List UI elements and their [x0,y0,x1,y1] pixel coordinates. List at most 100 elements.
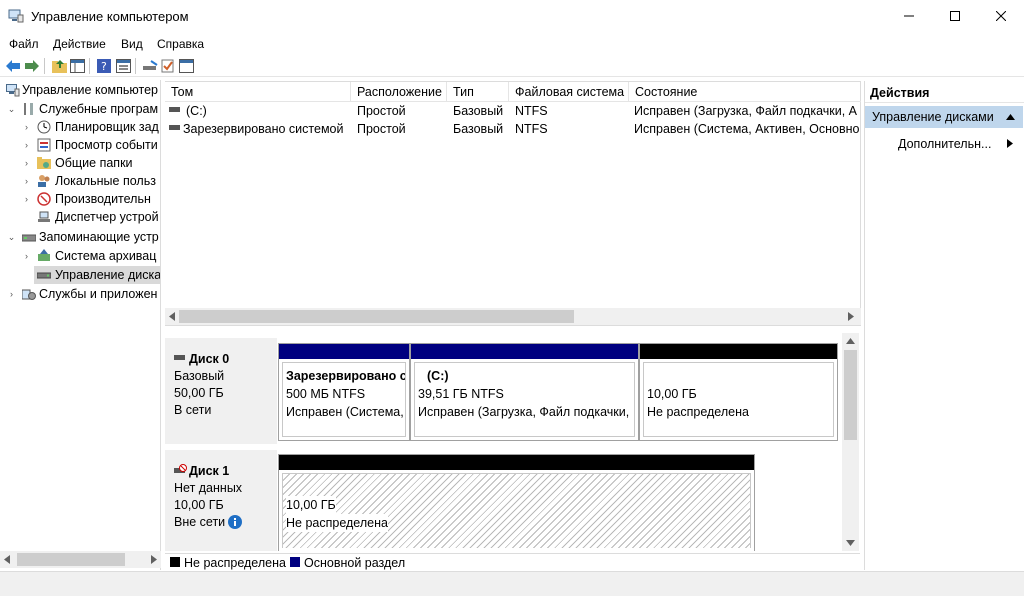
back-button[interactable] [5,58,21,74]
check-button[interactable] [160,58,176,74]
scroll-left-icon[interactable] [4,555,10,564]
scroll-right-icon[interactable] [151,555,157,564]
tree-item-storage[interactable]: ⌄ Запоминающие устр [0,228,160,246]
scrollbar-thumb[interactable] [844,350,857,440]
disk-1-title: Диск 1 [174,463,277,480]
scroll-up-icon[interactable] [846,338,855,344]
computer-management-icon [8,9,24,23]
tree-item-label: Производительн [55,192,151,206]
tree-item-computer-management[interactable]: Управление компьютер [0,81,160,99]
tree-horizontal-scrollbar[interactable] [0,551,161,568]
tree-item-device-manager[interactable]: Диспетчер устрой [0,208,160,226]
tree-item-disk-management[interactable]: Управление диска [34,266,160,284]
window-view-icon [178,59,194,73]
partition-unallocated[interactable]: 10,00 ГБ Не распределена [639,343,838,441]
column-header-type[interactable]: Тип [447,82,509,102]
partition-bar [279,455,754,470]
tree-item-system-tools[interactable]: ⌄ Служебные програм [0,100,160,118]
close-icon [996,11,1006,21]
up-folder-button[interactable] [51,58,67,74]
volume-row[interactable]: Зарезервировано системой Простой Базовый… [165,120,861,138]
tree-item-event-viewer[interactable]: › Просмотр событи [0,136,160,154]
legend: Не распределена Основной раздел [165,553,860,570]
tree-item-label: Планировщик зад [55,120,159,134]
partition-title: (C:) [427,369,449,383]
folder-up-icon [51,60,67,73]
tree-item-services[interactable]: › Службы и приложен [0,285,160,303]
disk-0-label[interactable]: Диск 0 Базовый 50,00 ГБ В сети [165,338,277,444]
column-header-volume[interactable]: Том [165,82,351,102]
expander-collapsed-icon[interactable]: › [22,251,31,261]
scroll-left-icon[interactable] [169,312,175,321]
partition-status: Исправен (Система, [286,405,404,419]
expander-collapsed-icon[interactable]: › [7,289,16,299]
partition-body: 10,00 ГБ Не распределена [282,473,751,548]
volume-icon [169,107,180,112]
menu-bar: Файл Действие Вид Справка [0,34,1024,54]
scrollbar-thumb[interactable] [17,553,125,566]
scroll-right-icon[interactable] [848,312,854,321]
close-button[interactable] [978,0,1024,32]
minimize-button[interactable] [886,0,932,32]
tree-item-backup[interactable]: › Система архивац [0,247,160,265]
volume-icon [169,125,180,130]
tree-item-shared-folders[interactable]: › Общие папки [0,154,160,172]
menu-view[interactable]: Вид [121,37,143,51]
menu-file[interactable]: Файл [9,37,39,51]
expander-expanded-icon[interactable]: ⌄ [7,104,16,114]
actions-more-item[interactable]: Дополнительн... [898,137,991,151]
info-icon[interactable] [228,515,242,529]
scroll-down-icon[interactable] [846,540,855,546]
help-button[interactable]: ? [96,58,112,74]
toolbar-separator [44,58,45,74]
actions-section-label: Управление дисками [872,110,994,124]
legend-label-primary: Основной раздел [304,556,406,570]
tree-item-local-users[interactable]: › Локальные польз [0,172,160,190]
expander-collapsed-icon[interactable]: › [22,122,31,132]
console-tree-icon [69,59,85,73]
expander-collapsed-icon[interactable]: › [22,176,31,186]
volume-row[interactable]: (C:) Простой Базовый NTFS Исправен (Загр… [165,102,861,120]
volume-name: (C:) [186,104,207,118]
menu-action[interactable]: Действие [53,37,106,51]
partition-c[interactable]: (C:) 39,51 ГБ NTFS Исправен (Загрузка, Ф… [410,343,639,441]
partition-body: (C:) 39,51 ГБ NTFS Исправен (Загрузка, Ф… [414,362,635,437]
actions-more-label: Дополнительн... [898,137,992,151]
partition-body: Зарезервировано си 500 МБ NTFS Исправен … [282,362,406,437]
tree-item-label: Система архивац [55,249,157,263]
partition-size: 10,00 ГБ [647,387,697,401]
title-bar: Управление компьютером [0,0,1024,32]
users-icon [38,175,50,187]
volume-status: Исправен (Загрузка, Файл подкачки, А [634,104,858,118]
forward-button[interactable] [24,58,40,74]
tree-item-task-scheduler[interactable]: › Планировщик зад [0,118,160,136]
expander-expanded-icon[interactable]: ⌄ [7,232,16,242]
properties-button[interactable] [115,58,131,74]
actions-section-disk-management[interactable]: Управление дисками [865,106,1023,128]
column-header-layout[interactable]: Расположение [351,82,447,102]
show-hide-tree-button[interactable] [69,58,85,74]
view-button[interactable] [178,58,194,74]
disk-name: Диск 1 [189,464,230,478]
expander-collapsed-icon[interactable]: › [22,194,31,204]
expander-collapsed-icon[interactable]: › [22,140,31,150]
disk-view-vertical-scrollbar[interactable] [842,333,859,551]
partition-system-reserved[interactable]: Зарезервировано си 500 МБ NTFS Исправен … [278,343,410,441]
disk-connect-icon [142,60,158,70]
tree-item-label: Службы и приложен [39,287,158,301]
volume-layout: Простой [357,104,406,118]
menu-help[interactable]: Справка [157,37,204,51]
column-header-filesystem[interactable]: Файловая система [509,82,629,102]
volume-list-horizontal-scrollbar[interactable] [165,308,861,325]
disk-size: 50,00 ГБ [174,386,224,400]
connect-button[interactable] [142,58,158,74]
performance-icon [37,192,51,206]
expander-collapsed-icon[interactable]: › [22,158,31,168]
maximize-button[interactable] [932,0,978,32]
disk-1-label[interactable]: Диск 1 Нет данных 10,00 ГБ Вне сети [165,450,277,551]
scrollbar-thumb[interactable] [179,310,574,323]
partition-unallocated[interactable]: 10,00 ГБ Не распределена [278,454,755,551]
collapse-up-icon[interactable] [1006,114,1015,120]
tree-item-performance[interactable]: › Производительн [0,190,160,208]
column-header-status[interactable]: Состояние [629,82,861,102]
